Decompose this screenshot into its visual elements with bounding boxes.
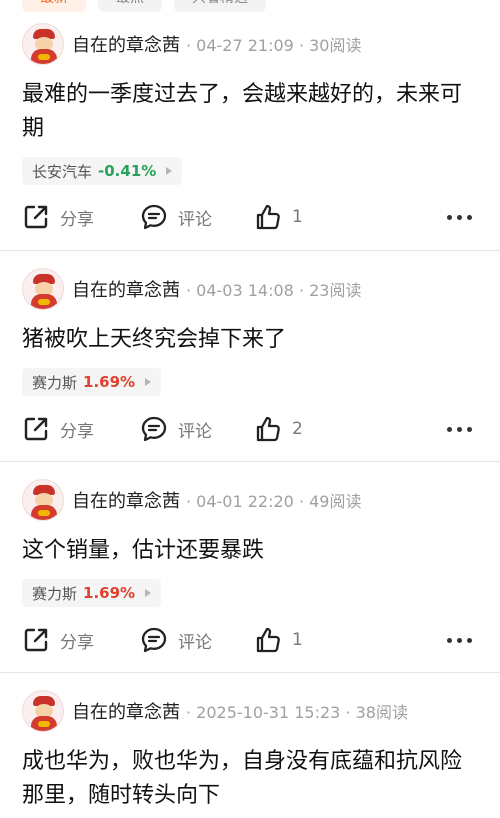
chip-featured[interactable]: 只看精选 <box>174 0 266 12</box>
comment-button[interactable]: 评论 <box>140 625 212 655</box>
author-row: 自在的章念茜 · 04-27 21:09 · 30阅读 <box>22 22 361 66</box>
post-content[interactable]: 最难的一季度过去了，会越来越好的，未来可期 <box>22 78 478 146</box>
comment-label: 评论 <box>178 421 212 442</box>
post-content[interactable]: 这个销量，估计还要暴跌 <box>22 534 478 568</box>
post-meta: · 04-27 21:09 · 30阅读 <box>186 36 362 55</box>
action-bar: 分享 评论 2 <box>22 414 478 444</box>
post-card: 自在的章念茜 · 04-01 22:20 · 49阅读 这个销量，估计还要暴跌 … <box>0 462 500 672</box>
comment-label: 评论 <box>178 209 212 230</box>
author-row: 自在的章念茜 · 04-01 22:20 · 49阅读 <box>22 478 361 522</box>
stock-tag[interactable]: 长安汽车 -0.41% <box>22 157 183 185</box>
chevron-right-icon <box>145 378 152 386</box>
post-content[interactable]: 猪被吹上天终究会掉下来了 <box>22 323 478 357</box>
more-icon[interactable] <box>447 625 472 655</box>
like-count: 2 <box>292 419 303 439</box>
author-row: 自在的章念茜 · 04-03 14:08 · 23阅读 <box>22 267 361 311</box>
stock-name: 赛力斯 <box>32 584 78 603</box>
like-button[interactable]: 2 <box>254 414 303 444</box>
post-card: 自在的章念茜 · 04-03 14:08 · 23阅读 猪被吹上天终究会掉下来了… <box>0 251 500 461</box>
action-bar: 分享 评论 1 <box>22 625 478 655</box>
post-meta: · 2025-10-31 15:23 · 38阅读 <box>186 703 408 722</box>
share-label: 分享 <box>60 421 94 442</box>
chevron-right-icon <box>145 589 152 597</box>
post-meta: · 04-01 22:20 · 49阅读 <box>186 492 362 511</box>
comment-button[interactable]: 评论 <box>140 202 212 232</box>
stock-change: -0.41% <box>98 162 157 180</box>
stock-change: 1.69% <box>83 584 136 602</box>
stock-change: 1.69% <box>83 373 136 391</box>
share-label: 分享 <box>60 209 94 230</box>
share-button[interactable]: 分享 <box>22 625 94 655</box>
share-icon <box>24 628 48 652</box>
chevron-right-icon <box>166 167 173 175</box>
stock-tag[interactable]: 赛力斯 1.69% <box>22 368 162 396</box>
avatar[interactable] <box>22 690 64 732</box>
thumbs-up-icon <box>256 627 280 653</box>
author-name[interactable]: 自在的章念茜 <box>72 698 180 724</box>
like-button[interactable]: 1 <box>254 202 303 232</box>
stock-name: 长安汽车 <box>32 162 93 181</box>
more-icon[interactable] <box>447 414 472 444</box>
comment-label: 评论 <box>178 632 212 653</box>
author-name[interactable]: 自在的章念茜 <box>72 276 180 302</box>
avatar[interactable] <box>22 268 64 310</box>
post-card: 自在的章念茜 · 04-27 21:09 · 30阅读 最难的一季度过去了，会越… <box>0 20 500 250</box>
stock-name: 赛力斯 <box>32 373 78 392</box>
like-count: 1 <box>292 630 303 650</box>
share-button[interactable]: 分享 <box>22 202 94 232</box>
post-content[interactable]: 成也华为，败也华为，自身没有底蕴和抗风险那里，随时转头向下 <box>22 745 478 813</box>
avatar[interactable] <box>22 479 64 521</box>
comment-icon <box>141 416 167 442</box>
share-label: 分享 <box>60 632 94 653</box>
action-bar: 分享 评论 1 <box>22 202 478 232</box>
more-icon[interactable] <box>447 202 472 232</box>
post-meta: · 04-03 14:08 · 23阅读 <box>186 281 362 300</box>
thumbs-up-icon <box>256 416 280 442</box>
filter-chips: 最新 最热 只看精选 <box>22 0 266 12</box>
like-count: 1 <box>292 207 303 227</box>
comment-icon <box>141 627 167 653</box>
thumbs-up-icon <box>256 204 280 230</box>
chip-hot[interactable]: 最热 <box>98 0 162 12</box>
chip-latest[interactable]: 最新 <box>22 0 86 12</box>
comment-button[interactable]: 评论 <box>140 414 212 444</box>
avatar[interactable] <box>22 23 64 65</box>
share-icon <box>24 205 48 229</box>
share-icon <box>24 417 48 441</box>
like-button[interactable]: 1 <box>254 625 303 655</box>
stock-tag[interactable]: 赛力斯 1.69% <box>22 579 162 607</box>
author-row: 自在的章念茜 · 2025-10-31 15:23 · 38阅读 <box>22 689 408 733</box>
post-card: 自在的章念茜 · 2025-10-31 15:23 · 38阅读 成也华为，败也… <box>0 673 500 818</box>
author-name[interactable]: 自在的章念茜 <box>72 31 180 57</box>
comment-icon <box>141 204 167 230</box>
author-name[interactable]: 自在的章念茜 <box>72 487 180 513</box>
share-button[interactable]: 分享 <box>22 414 94 444</box>
